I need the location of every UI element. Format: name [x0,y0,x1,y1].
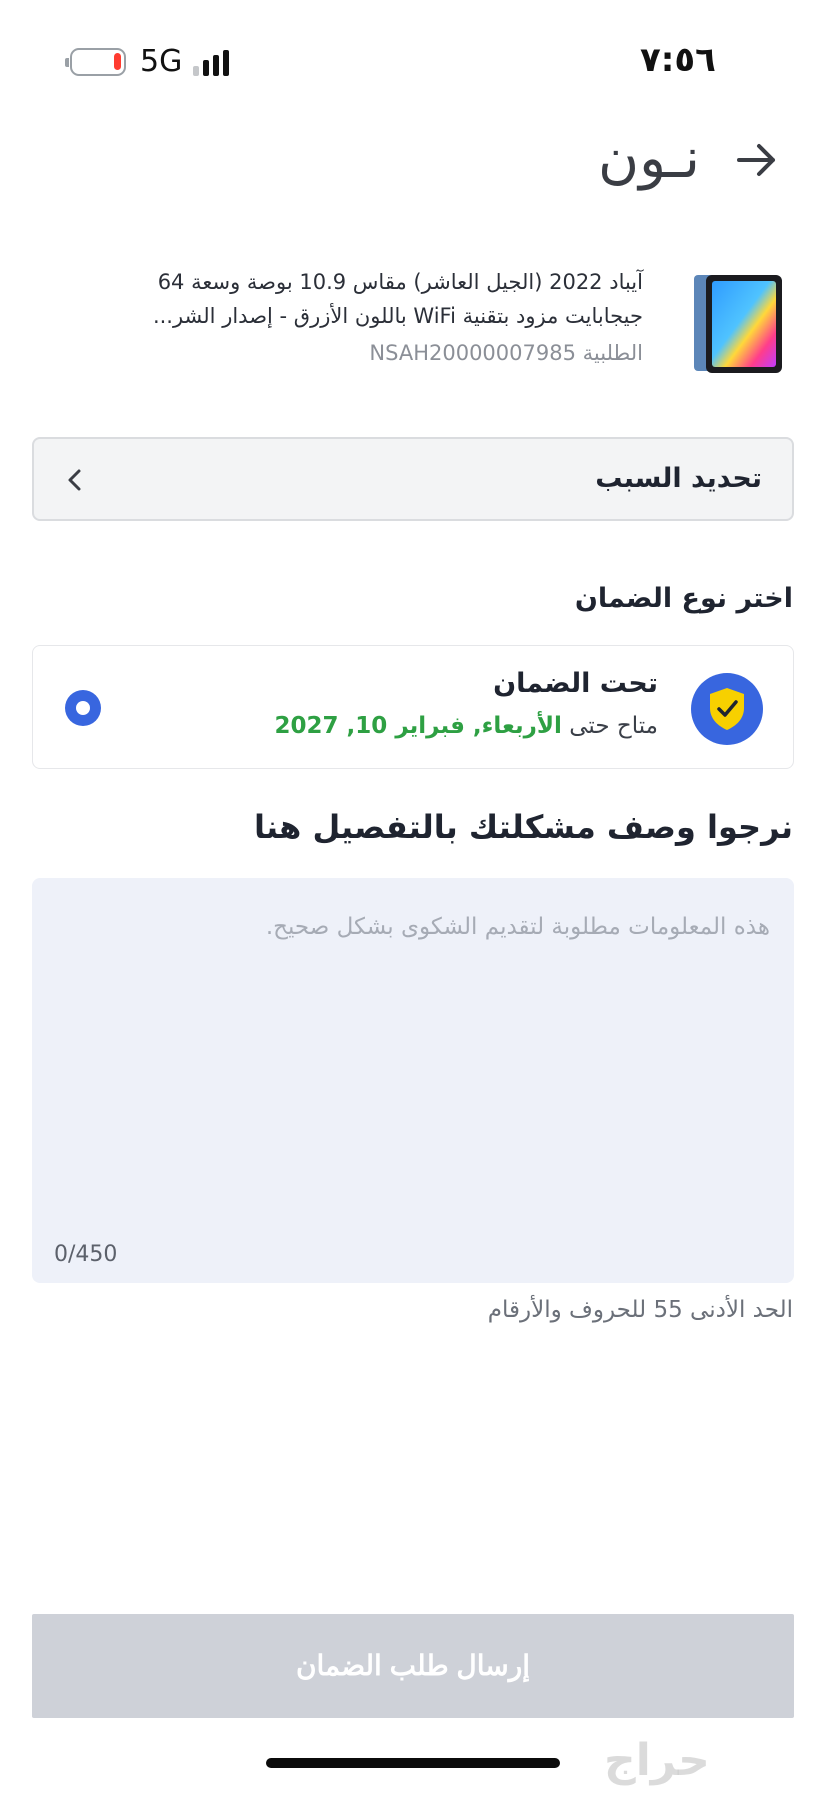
minimum-length-hint: الحد الأدنى 55 للحروف والأرقام [487,1297,793,1323]
reason-select-label: تحديد السبب [595,463,762,494]
chevron-left-icon [68,469,81,491]
description-placeholder: هذه المعلومات مطلوبة لتقديم الشكوى بشكل … [265,914,770,940]
home-indicator [266,1758,560,1768]
product-summary: آيباد 2022 (الجيل العاشر) مقاس 10.9 بوصة… [32,265,798,385]
product-title: آيباد 2022 (الجيل العاشر) مقاس 10.9 بوصة… [152,270,643,328]
problem-description-textarea[interactable]: هذه المعلومات مطلوبة لتقديم الشكوى بشكل … [32,878,794,1283]
warranty-option-title: تحت الضمان [493,668,658,699]
available-until-label: متاح حتى [569,713,658,739]
product-image [692,273,784,377]
network-type: 5G [140,44,183,79]
haraj-watermark: حراج [604,1735,710,1786]
warranty-type-heading: اختر نوع الضمان [574,583,793,614]
warranty-radio-selected[interactable] [65,690,101,726]
submit-warranty-label: إرسال طلب الضمان [295,1650,531,1681]
battery-level [114,53,121,70]
signal-icon [193,50,229,76]
status-bar: 5G ٧:٥٦ [0,0,830,110]
noon-logo: نـون [597,126,700,191]
app-header: نـون [0,120,830,200]
warranty-end-date: الأربعاء, فبراير 10, 2027 [274,713,562,739]
description-heading: نرجوا وصف مشكلتك بالتفصيل هنا [254,808,793,846]
submit-warranty-button[interactable]: إرسال طلب الضمان [32,1614,794,1718]
warranty-request-screen: 5G ٧:٥٦ نـون آيباد 2022 (الجيل العاشر) م… [0,0,830,1800]
battery-icon [65,48,126,76]
warranty-availability: متاح حتى الأربعاء, فبراير 10, 2027 [275,713,658,739]
order-number: الطلبية NSAH20000007985 [369,341,643,365]
character-counter: 0/450 [54,1242,118,1267]
status-time: ٧:٥٦ [640,40,716,80]
warranty-option-under-warranty[interactable]: تحت الضمان متاح حتى الأربعاء, فبراير 10,… [32,645,794,769]
back-button[interactable] [729,132,785,188]
reason-select[interactable]: تحديد السبب [32,437,794,521]
arrow-right-icon [737,144,775,176]
shield-check-icon [691,673,763,745]
